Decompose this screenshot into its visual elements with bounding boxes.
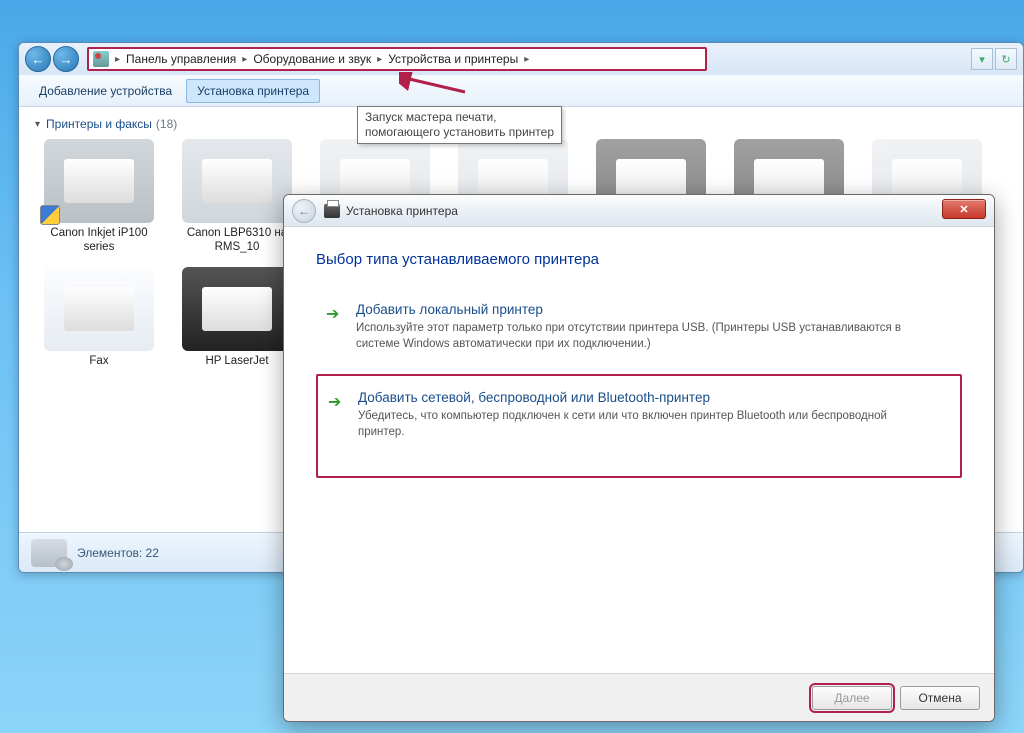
chevron-right-icon: ▸ bbox=[115, 54, 120, 65]
device-item[interactable]: Canon Inkjet iP100 series bbox=[35, 139, 163, 255]
option-title: Добавить локальный принтер bbox=[356, 302, 916, 317]
option-arrow-icon: ➔ bbox=[326, 304, 344, 324]
toolbar-add-device[interactable]: Добавление устройства bbox=[29, 80, 182, 102]
printer-icon bbox=[44, 139, 154, 223]
device-item[interactable]: HP LaserJet bbox=[173, 267, 301, 369]
option-arrow-icon: ➔ bbox=[328, 392, 346, 412]
control-panel-icon bbox=[93, 51, 109, 67]
chevron-right-icon: ▸ bbox=[242, 54, 247, 65]
nav-forward-button[interactable]: → bbox=[53, 46, 79, 72]
wizard-heading: Выбор типа устанавливаемого принтера bbox=[316, 251, 962, 268]
annotation-arrow-icon bbox=[399, 72, 469, 96]
device-label: Canon LBP6310 на RMS_10 bbox=[173, 227, 301, 255]
nav-back-button[interactable]: ← bbox=[25, 46, 51, 72]
option-title: Добавить сетевой, беспроводной или Bluet… bbox=[358, 390, 918, 405]
wizard-back-button[interactable]: ← bbox=[292, 199, 316, 223]
wizard-cancel-button[interactable]: Отмена bbox=[900, 686, 980, 710]
nav-buttons: ← → bbox=[25, 46, 79, 72]
install-printer-tooltip: Запуск мастера печати, помогающего устан… bbox=[357, 106, 562, 144]
breadcrumb-item-2[interactable]: Устройства и принтеры bbox=[384, 52, 522, 66]
wizard-body: Выбор типа устанавливаемого принтера ➔ Д… bbox=[284, 227, 994, 516]
chevron-right-icon: ▸ bbox=[377, 54, 382, 65]
toolbar-install-printer[interactable]: Установка принтера bbox=[186, 79, 320, 103]
device-item[interactable]: Canon LBP6310 на RMS_10 bbox=[173, 139, 301, 255]
wizard-titlebar[interactable]: ← Установка принтера ✕ bbox=[284, 195, 994, 227]
device-item[interactable]: Fax bbox=[35, 267, 163, 369]
group-count: (18) bbox=[156, 117, 177, 131]
address-bar-row: ← → ▸ Панель управления ▸ Оборудование и… bbox=[19, 43, 1023, 75]
option-description: Убедитесь, что компьютер подключен к сет… bbox=[358, 409, 918, 440]
shield-badge-icon bbox=[40, 205, 60, 225]
device-label: Canon Inkjet iP100 series bbox=[35, 227, 163, 255]
add-printer-wizard: ← Установка принтера ✕ Выбор типа устана… bbox=[283, 194, 995, 722]
wizard-title-text: Установка принтера bbox=[346, 204, 458, 218]
wizard-option-local-printer[interactable]: ➔ Добавить локальный принтер Используйте… bbox=[316, 294, 962, 360]
breadcrumb-bar[interactable]: ▸ Панель управления ▸ Оборудование и зву… bbox=[87, 47, 707, 71]
status-count: 22 bbox=[146, 546, 159, 560]
option-description: Используйте этот параметр только при отс… bbox=[356, 321, 916, 352]
option-text: Добавить локальный принтер Используйте э… bbox=[356, 302, 916, 352]
wizard-option-network-printer[interactable]: ➔ Добавить сетевой, беспроводной или Blu… bbox=[316, 374, 962, 478]
breadcrumb-item-1[interactable]: Оборудование и звук bbox=[249, 52, 375, 66]
refresh-button[interactable]: ↻ bbox=[995, 48, 1017, 70]
breadcrumb-item-0[interactable]: Панель управления bbox=[122, 52, 240, 66]
chevron-right-icon: ▸ bbox=[524, 54, 529, 65]
collapse-triangle-icon[interactable]: ▾ bbox=[35, 119, 40, 130]
status-text: Элементов: 22 bbox=[77, 546, 159, 560]
option-text: Добавить сетевой, беспроводной или Bluet… bbox=[358, 390, 918, 440]
printer-icon bbox=[324, 204, 340, 218]
wizard-next-button[interactable]: Далее bbox=[812, 686, 892, 710]
wizard-close-button[interactable]: ✕ bbox=[942, 199, 986, 219]
devices-status-icon bbox=[31, 539, 67, 567]
address-dropdown-button[interactable]: ▾ bbox=[971, 48, 993, 70]
status-label: Элементов: bbox=[77, 546, 142, 560]
tooltip-line-1: Запуск мастера печати, bbox=[365, 110, 554, 125]
explorer-toolbar: Добавление устройства Установка принтера bbox=[19, 75, 1023, 107]
fax-icon bbox=[44, 267, 154, 351]
printer-icon bbox=[182, 139, 292, 223]
tooltip-line-2: помогающего установить принтер bbox=[365, 125, 554, 140]
wizard-footer: Далее Отмена bbox=[284, 673, 994, 721]
address-trailing-buttons: ▾ ↻ bbox=[707, 48, 1017, 70]
device-label: HP LaserJet bbox=[173, 355, 301, 369]
device-label: Fax bbox=[35, 355, 163, 369]
printer-icon bbox=[182, 267, 292, 351]
group-title: Принтеры и факсы bbox=[46, 117, 152, 131]
